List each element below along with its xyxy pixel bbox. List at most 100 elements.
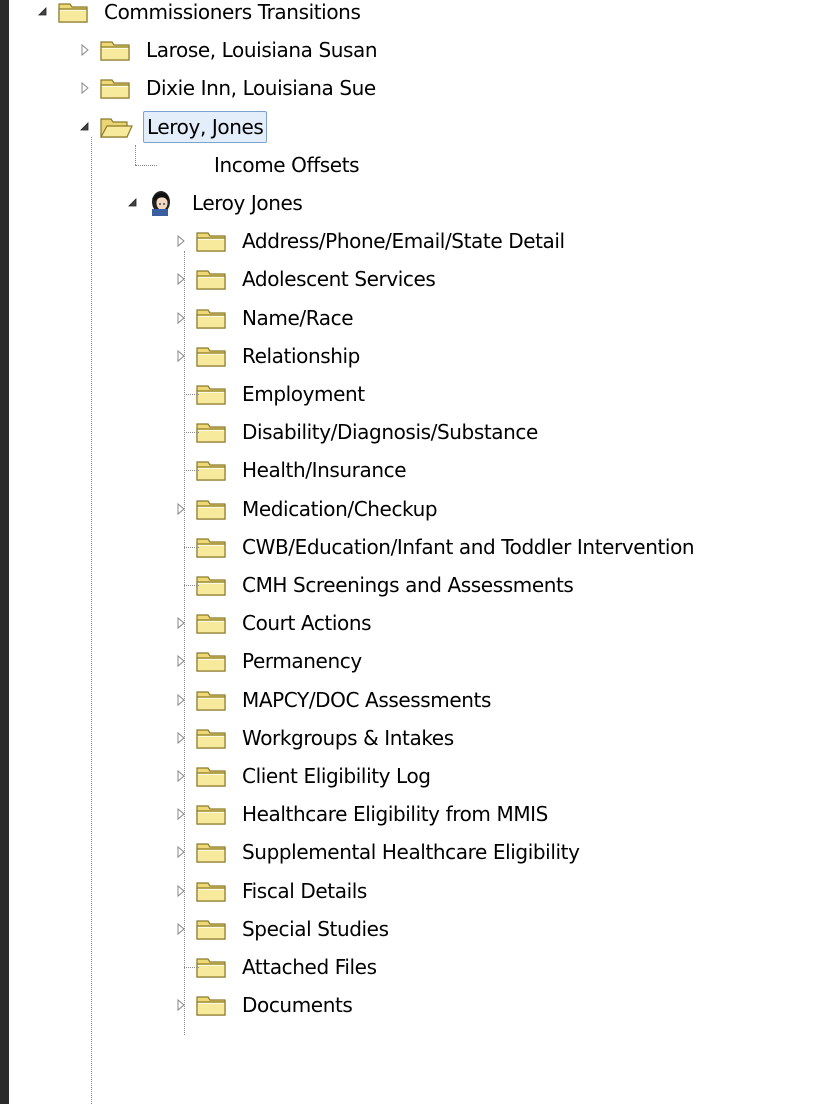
folder-icon xyxy=(195,419,229,445)
tree-node-commissioners-transitions[interactable]: Commissioners Transitions xyxy=(35,0,363,31)
expand-arrow-icon[interactable] xyxy=(173,806,189,822)
folder-icon xyxy=(195,992,229,1018)
tree-node-relationship[interactable]: Relationship xyxy=(173,337,363,375)
collapse-arrow-icon[interactable] xyxy=(35,4,51,20)
expand-arrow-icon[interactable] xyxy=(173,768,189,784)
expand-arrow-icon[interactable] xyxy=(173,883,189,899)
expand-arrow-icon[interactable] xyxy=(173,997,189,1013)
tree-node-label: Medication/Checkup xyxy=(242,496,438,521)
expand-arrow-icon[interactable] xyxy=(173,501,189,517)
tree-node-label: Income Offsets xyxy=(214,152,360,177)
tree-node-label: Documents xyxy=(242,993,353,1018)
tree-node-label: Leroy Jones xyxy=(192,191,303,215)
tree-node-documents[interactable]: Documents xyxy=(173,986,355,1024)
folder-icon xyxy=(195,839,229,865)
tree-node-leroy-jones[interactable]: Leroy, Jones xyxy=(77,108,268,146)
tree-node-label: Special Studies xyxy=(242,916,389,941)
tree-node-cwb-education-infant-and-toddler-intervention[interactable]: CWB/Education/Infant and Toddler Interve… xyxy=(173,528,697,566)
tree-node-label: Name/Race xyxy=(242,305,354,330)
tree-node-label: Address/Phone/Email/State Detail xyxy=(242,229,565,254)
folder-icon xyxy=(195,266,229,292)
expand-arrow-icon[interactable] xyxy=(173,844,189,860)
tree-node-label: Attached Files xyxy=(242,955,377,979)
tree-node-employment[interactable]: Employment xyxy=(173,375,368,413)
tree-node-disability-diagnosis-substance[interactable]: Disability/Diagnosis/Substance xyxy=(173,413,541,451)
tree-node-court-actions[interactable]: Court Actions xyxy=(173,604,374,642)
tree-node-workgroups-intakes[interactable]: Workgroups & Intakes xyxy=(173,719,457,757)
tree-node-income-offsets[interactable]: Income Offsets xyxy=(125,146,362,184)
folder-icon xyxy=(195,381,229,407)
folder-icon xyxy=(195,878,229,904)
window-frame: Commissioners Transitions Larose, Louisia… xyxy=(0,0,814,1104)
folder-icon xyxy=(57,0,91,25)
tree-node-label: Healthcare Eligibility from MMIS xyxy=(242,802,548,827)
tree-node-label: Leroy, Jones xyxy=(143,110,268,143)
open-folder-icon xyxy=(99,114,133,140)
tree-connector-line xyxy=(184,394,199,395)
folder-icon xyxy=(195,610,229,636)
collapse-arrow-icon[interactable] xyxy=(125,195,141,211)
tree-node-fiscal-details[interactable]: Fiscal Details xyxy=(173,872,370,910)
tree-node-label: CMH Screenings and Assessments xyxy=(242,573,574,597)
tree-node-larose-louisiana-susan[interactable]: Larose, Louisiana Susan xyxy=(77,31,380,69)
tree-connector-line xyxy=(184,967,199,968)
tree-node-attached-files[interactable]: Attached Files xyxy=(173,948,380,986)
tree-connector-line xyxy=(184,546,199,548)
expand-arrow-icon[interactable] xyxy=(173,692,189,708)
folder-icon xyxy=(195,954,229,980)
tree-node-adolescent-services[interactable]: Adolescent Services xyxy=(173,260,438,298)
folder-icon xyxy=(195,763,229,789)
folder-icon xyxy=(195,457,229,483)
expand-arrow-icon[interactable] xyxy=(173,271,189,287)
expand-arrow-icon[interactable] xyxy=(173,730,189,746)
folder-icon xyxy=(195,648,229,674)
tree-node-special-studies[interactable]: Special Studies xyxy=(173,910,392,948)
folder-icon xyxy=(195,343,229,369)
tree-node-dixie-inn-louisiana-sue[interactable]: Dixie Inn, Louisiana Sue xyxy=(77,69,379,107)
tree-node-medication-checkup[interactable]: Medication/Checkup xyxy=(173,490,440,528)
folder-icon xyxy=(195,801,229,827)
tree-node-label: Employment xyxy=(242,382,365,406)
expand-arrow-icon[interactable] xyxy=(173,921,189,937)
tree-connector-line xyxy=(184,470,199,472)
tree-node-label: Court Actions xyxy=(242,611,372,636)
tree-node-label: Fiscal Details xyxy=(242,878,367,903)
folder-icon xyxy=(99,75,133,101)
expand-arrow-icon[interactable] xyxy=(173,233,189,249)
expand-arrow-icon[interactable] xyxy=(173,653,189,669)
tree-node-permanency[interactable]: Permanency xyxy=(173,642,365,680)
folder-icon xyxy=(195,534,229,560)
expand-arrow-icon[interactable] xyxy=(173,615,189,631)
tree-node-label: Dixie Inn, Louisiana Sue xyxy=(146,76,376,101)
tree-view[interactable]: Commissioners Transitions Larose, Louisia… xyxy=(9,0,814,1104)
tree-connector-line xyxy=(135,144,136,165)
tree-connector-line xyxy=(135,164,157,166)
expand-arrow-icon[interactable] xyxy=(77,42,93,58)
tree-connector-line xyxy=(184,585,199,586)
person-icon xyxy=(147,189,173,217)
tree-node-label: MAPCY/DOC Assessments xyxy=(242,687,492,712)
tree-node-supplemental-healthcare-eligibility[interactable]: Supplemental Healthcare Eligibility xyxy=(173,833,583,871)
expand-arrow-icon[interactable] xyxy=(173,348,189,364)
tree-node-label: Larose, Louisiana Susan xyxy=(146,38,378,63)
expand-arrow-icon[interactable] xyxy=(173,310,189,326)
tree-node-health-insurance[interactable]: Health/Insurance xyxy=(173,451,409,489)
tree-node-label: Health/Insurance xyxy=(242,458,407,483)
tree-node-cmh-screenings-and-assessments[interactable]: CMH Screenings and Assessments xyxy=(173,566,576,604)
tree-node-healthcare-eligibility-from-mmis[interactable]: Healthcare Eligibility from MMIS xyxy=(173,795,551,833)
tree-node-address-phone-email-state-detail[interactable]: Address/Phone/Email/State Detail xyxy=(173,222,568,260)
tree-node-leroy-jones-person[interactable]: Leroy Jones xyxy=(125,184,305,222)
collapse-arrow-icon[interactable] xyxy=(77,119,93,135)
folder-icon xyxy=(195,228,229,254)
folder-icon xyxy=(195,916,229,942)
tree-node-label: Permanency xyxy=(242,649,362,674)
expand-arrow-icon[interactable] xyxy=(77,80,93,96)
tree-node-client-eligibility-log[interactable]: Client Eligibility Log xyxy=(173,757,434,795)
tree-node-name-race[interactable]: Name/Race xyxy=(173,299,356,337)
tree-node-label: Disability/Diagnosis/Substance xyxy=(242,420,538,445)
folder-icon xyxy=(99,37,133,63)
tree-node-mapcy-doc-assessments[interactable]: MAPCY/DOC Assessments xyxy=(173,681,494,719)
tree-node-label: Workgroups & Intakes xyxy=(242,725,454,750)
tree-node-label: Supplemental Healthcare Eligibility xyxy=(242,840,580,865)
folder-icon xyxy=(195,305,229,331)
